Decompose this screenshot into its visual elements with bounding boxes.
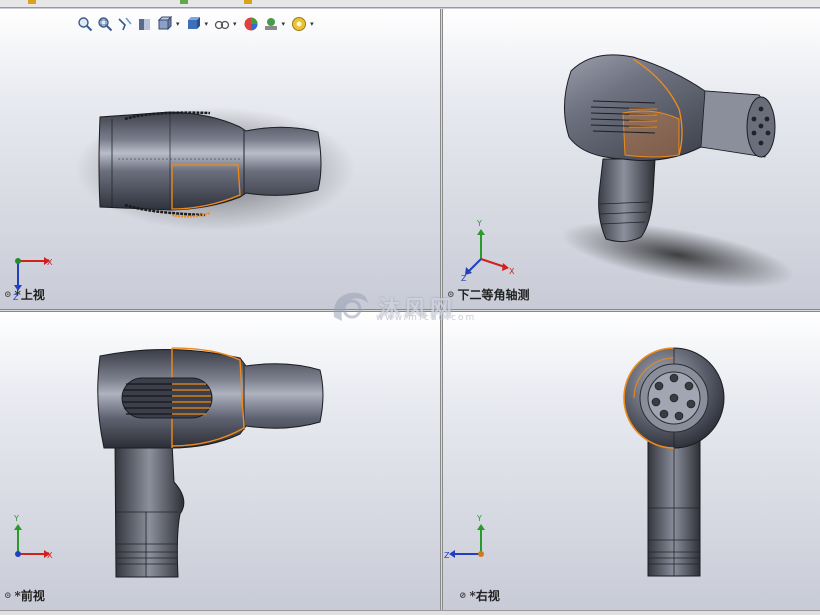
y-axis-label: Y	[476, 514, 482, 523]
watermark: 沐风网 www.mfcad.com	[328, 287, 474, 327]
view-name: *上视	[14, 288, 45, 302]
display-style-icon[interactable]	[185, 15, 203, 33]
view-name: 下二等角轴测	[457, 288, 530, 302]
y-axis-label: Y	[13, 514, 19, 523]
top-strip	[0, 0, 820, 8]
x-axis-label: X	[47, 551, 53, 560]
axis-triad: Y Z	[444, 514, 485, 560]
axis-triad: Y X	[13, 514, 53, 560]
viewport-isometric[interactable]: Y X Z ⊙ 下二等角轴测	[443, 9, 820, 309]
watermark-logo-icon	[333, 292, 368, 321]
previous-view-icon[interactable]	[116, 15, 134, 33]
tab-marker	[244, 0, 252, 4]
chevron-down-icon[interactable]: ▾	[282, 20, 286, 28]
heads-up-view-toolbar: ▾ ▾ ▾ ▾ ▾	[76, 13, 317, 35]
link-views-icon[interactable]: ⊘	[459, 591, 467, 601]
axis-triad: Y X Z	[461, 219, 515, 283]
section-view-icon[interactable]	[136, 15, 154, 33]
link-views-icon[interactable]: ⊙	[4, 290, 12, 300]
watermark-url: www.mfcad.com	[376, 313, 477, 323]
hide-show-items-icon[interactable]	[213, 15, 231, 33]
chevron-down-icon[interactable]: ▾	[233, 20, 237, 28]
z-axis-label: Z	[461, 274, 467, 283]
view-settings-icon[interactable]	[290, 15, 308, 33]
z-axis-label: Z	[444, 551, 450, 560]
tab-marker	[180, 0, 188, 4]
x-axis-label: X	[47, 258, 53, 267]
view-label-right: ⊘ *右视	[459, 587, 500, 604]
edit-appearance-icon[interactable]	[242, 15, 260, 33]
viewport-right[interactable]: Y Z ⊘ *右视	[443, 312, 820, 610]
chevron-down-icon[interactable]: ▾	[205, 20, 209, 28]
right-view-model: Y Z	[444, 347, 725, 577]
zoom-to-fit-icon[interactable]	[76, 15, 94, 33]
top-view-model: X Z	[13, 107, 355, 302]
viewport-front[interactable]: Y X ⊙ *前视	[0, 312, 440, 610]
view-label-front: ⊙ *前视	[4, 587, 45, 604]
isometric-view-model: Y X Z	[461, 54, 795, 288]
front-view-model: Y X	[13, 347, 324, 578]
y-axis-label: Y	[476, 219, 482, 228]
tab-marker	[28, 0, 36, 4]
zoom-to-area-icon[interactable]	[96, 15, 114, 33]
chevron-down-icon[interactable]: ▾	[176, 20, 180, 28]
chevron-down-icon[interactable]: ▾	[310, 20, 314, 28]
link-views-icon[interactable]: ⊙	[4, 591, 12, 601]
x-axis-label: X	[509, 267, 515, 276]
view-label-isometric: ⊙ 下二等角轴测	[447, 286, 530, 303]
view-name: *前视	[14, 589, 45, 603]
view-label-top: ⊙ *上视	[4, 286, 45, 303]
apply-scene-icon[interactable]	[262, 15, 280, 33]
bottom-strip	[0, 610, 820, 615]
view-name: *右视	[469, 589, 500, 603]
viewport-top[interactable]: ▾ ▾ ▾ ▾ ▾ X Z ⊙ *上视	[0, 9, 440, 309]
view-orientation-icon[interactable]	[156, 15, 174, 33]
